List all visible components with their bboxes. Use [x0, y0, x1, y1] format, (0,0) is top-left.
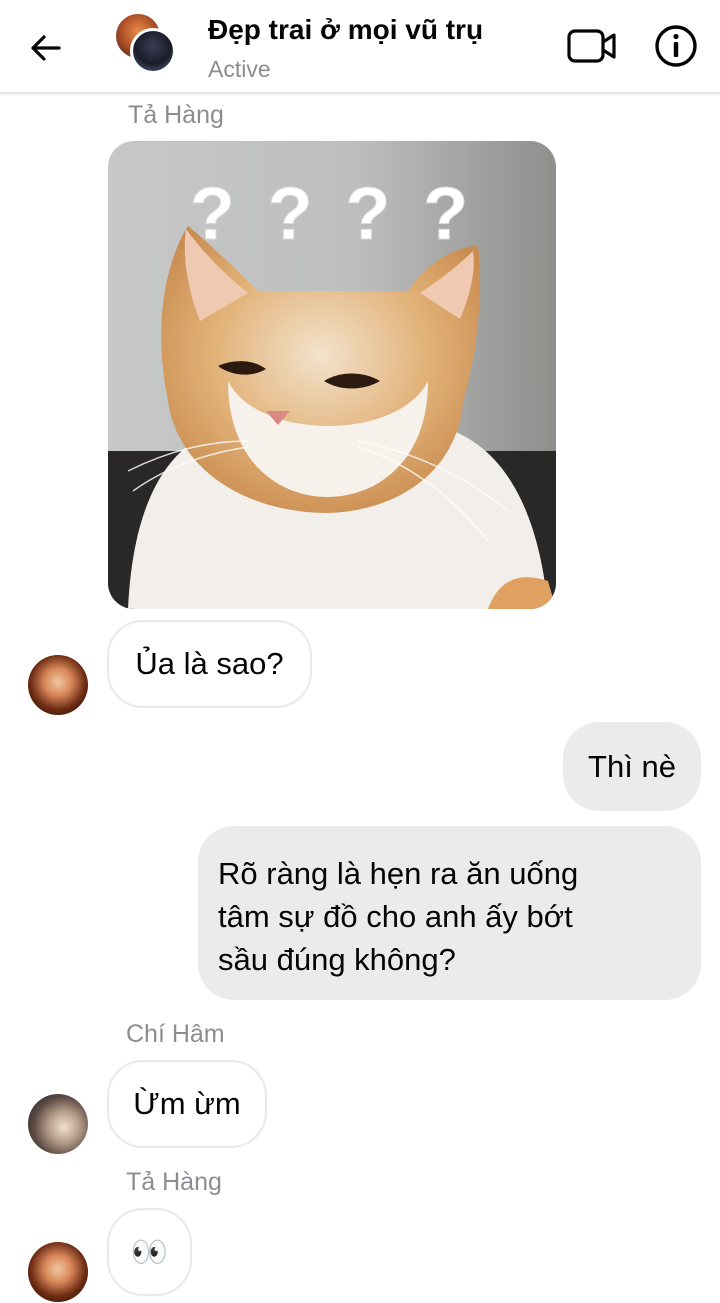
sender-avatar[interactable]: [28, 655, 88, 715]
member-avatar-front: [130, 28, 176, 74]
message-line: Rõ ràng là hẹn ra ăn uống: [218, 856, 579, 891]
eyes-emoji: 👀: [130, 1234, 169, 1270]
sender-name: Tả Hàng: [126, 1168, 222, 1196]
info-icon[interactable]: [652, 22, 700, 70]
sender-avatar[interactable]: [28, 1242, 88, 1302]
video-call-icon[interactable]: [566, 24, 618, 68]
message-text: Ủa là sao?: [135, 646, 284, 681]
message-line: tâm sự đồ cho anh ấy bớt: [218, 899, 573, 934]
active-status: Active: [208, 56, 271, 82]
group-avatar[interactable]: [116, 14, 178, 76]
message-bubble[interactable]: Ủa là sao?: [107, 620, 312, 708]
message-line: sầu đúng không?: [218, 942, 456, 977]
sender-name: Tả Hàng: [128, 101, 224, 129]
message-bubble-outgoing[interactable]: Rõ ràng là hẹn ra ăn uống tâm sự đồ cho …: [198, 826, 701, 1000]
sender-name: Chí Hâm: [126, 1020, 225, 1048]
cat-photo: ? ? ? ?: [108, 141, 556, 609]
chat-header: Đẹp trai ở mọi vũ trụ Active: [0, 0, 720, 94]
message-text: Ừm ừm: [133, 1086, 241, 1121]
sender-avatar[interactable]: [28, 1094, 88, 1154]
message-bubble-outgoing[interactable]: Thì nè: [563, 722, 701, 811]
message-text: Thì nè: [588, 748, 676, 784]
message-bubble[interactable]: Ừm ừm: [107, 1060, 267, 1148]
emoji-message-bubble[interactable]: 👀: [107, 1208, 192, 1296]
chat-title[interactable]: Đẹp trai ở mọi vũ trụ: [208, 14, 483, 46]
back-arrow-icon[interactable]: [26, 28, 66, 68]
shared-photo[interactable]: ? ? ? ?: [108, 141, 556, 609]
question-marks-overlay: ? ? ? ?: [190, 172, 475, 255]
